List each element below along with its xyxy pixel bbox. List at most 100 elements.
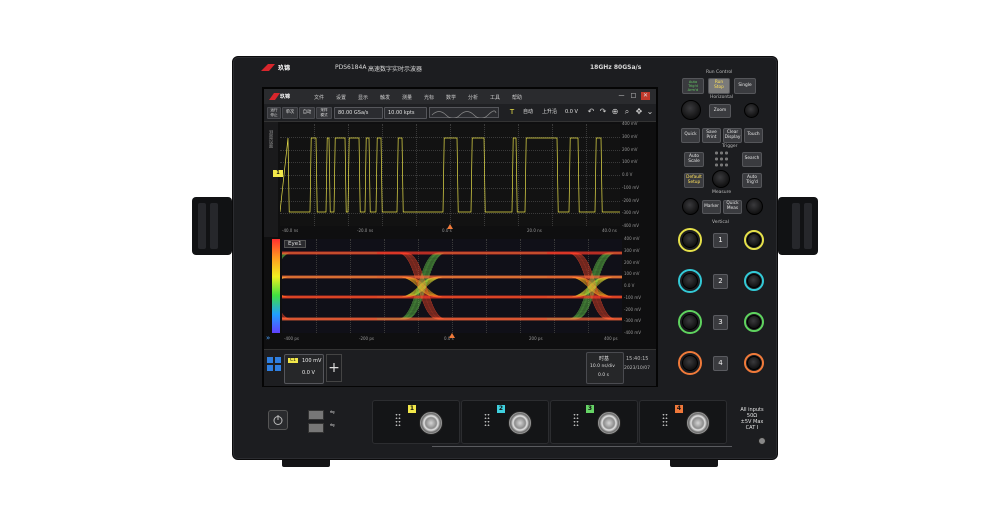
auto-trig-status-button[interactable]: Auto Trig'd Arm'd [682, 78, 704, 94]
timebase-offset: 0.0 s [598, 373, 609, 378]
move-icon[interactable]: ✥ [634, 107, 644, 117]
chevron-down-icon[interactable]: ⌄ [645, 107, 655, 117]
menu-help[interactable]: 帮助 [512, 94, 522, 101]
maximize-button[interactable]: □ [629, 92, 638, 100]
y-tick-label: 200 mV [624, 259, 640, 265]
clear-display-button[interactable]: Clear Display [723, 128, 742, 143]
redo-icon[interactable]: ↷ [598, 107, 608, 117]
menu-file[interactable]: 文件 [314, 94, 324, 101]
ch1-offset-knob[interactable] [744, 230, 764, 250]
ch2-bnc-connector[interactable] [508, 411, 532, 435]
y-tick-label: 100 mV [624, 271, 640, 277]
memory-depth-field[interactable]: 10.00 kpts [384, 107, 427, 119]
usb-port-bottom [308, 423, 324, 433]
eye-trigger-position-icon [449, 333, 455, 338]
menu-measure[interactable]: 测量 [402, 94, 412, 101]
quick-button[interactable]: Quick [681, 128, 700, 143]
add-channel-button[interactable]: + [326, 354, 342, 382]
waveform-plot[interactable] [280, 124, 620, 226]
menu-display[interactable]: 显示 [358, 94, 368, 101]
ch3-bnc-connector[interactable] [597, 411, 621, 435]
expand-icon[interactable]: » [266, 334, 270, 342]
ch3-offset-knob[interactable] [744, 312, 764, 332]
menu-tools[interactable]: 工具 [490, 94, 500, 101]
trigger-edge[interactable]: 上升沿 [539, 107, 564, 117]
layout-grid-icon[interactable] [267, 357, 281, 371]
ch1-ground-marker[interactable]: 1 [273, 170, 283, 177]
single-hw-button[interactable]: Single [734, 78, 756, 94]
zoom-icon[interactable]: ⊕ [610, 107, 620, 117]
eye-y-axis: 400 mV 300 mV 200 mV 100 mV 0.0 V -100 mV -200… [624, 236, 656, 335]
waveform-y-axis: 400 mV 300 mV 200 mV 100 mV 0.0 V -100 mV -200… [622, 121, 656, 228]
x-tick-label: 200 ps [529, 336, 543, 341]
ch3-scale-knob[interactable] [678, 310, 702, 334]
measure-title: Measure [712, 190, 732, 195]
x-tick-label: 40.0 ns [602, 228, 617, 233]
measure-knob-left[interactable] [682, 198, 699, 215]
trigger-level[interactable]: 0.0 V [562, 107, 585, 117]
ch4-button[interactable]: 4 [713, 356, 728, 371]
ch4-scale-knob[interactable] [678, 351, 702, 375]
measure-knob-right[interactable] [746, 198, 763, 215]
ch2-offset-knob[interactable] [744, 271, 764, 291]
ch1-bnc-connector[interactable] [419, 411, 443, 435]
y-tick-label: -200 mV [624, 306, 641, 312]
ch4-offset-knob[interactable] [744, 353, 764, 373]
ch1-settings-tile[interactable]: C1 100 mV 0.0 V [284, 354, 324, 384]
run-stop-button[interactable]: 运行 停止 [267, 107, 281, 119]
ch4-bnc-connector[interactable] [686, 411, 710, 435]
ch3-input-panel: 3 [550, 400, 638, 444]
model-number: PDS6184A [335, 64, 367, 71]
menu-settings[interactable]: 设置 [336, 94, 346, 101]
instrument-title: 高速数字实时示波器 [368, 66, 423, 73]
ch1-scale-knob[interactable] [678, 228, 702, 252]
eye-pattern [282, 251, 622, 321]
menu-math[interactable]: 数学 [446, 94, 456, 101]
waveform-preview-icon [429, 107, 499, 118]
ch2-scale-knob[interactable] [678, 269, 702, 293]
horizontal-position-knob[interactable] [744, 103, 759, 118]
power-button[interactable] [268, 410, 288, 430]
undo-icon[interactable]: ↶ [586, 107, 596, 117]
waveform-side-strip: 测量设置 [264, 122, 278, 237]
menu-bar: 玖锦 文件 设置 显示 触发 测量 光标 数学 分析 工具 帮助 — □ ✕ [264, 89, 656, 104]
ch2-button[interactable]: 2 [713, 274, 728, 289]
save-print-button[interactable]: Save Print [702, 128, 721, 143]
top-label-strip: 玖锦 PDS6184A 高速数字实时示波器 18GHz 80GSa/s [240, 60, 672, 74]
close-button[interactable]: ✕ [641, 92, 650, 100]
ch1-waveform-trace [280, 137, 620, 213]
usb-icon-top: ⇋ [330, 409, 336, 416]
autoscale-button[interactable]: Auto Scale [684, 152, 704, 167]
y-tick-label: -100 mV [624, 294, 641, 300]
auto-button[interactable]: 自动 [299, 107, 315, 119]
search-icon[interactable]: ⌕ [622, 107, 632, 117]
acquire-mode-button[interactable]: 采样 模式 [316, 107, 332, 119]
search-hw-button[interactable]: Search [742, 152, 762, 167]
ch3-button[interactable]: 3 [713, 315, 728, 330]
waveform-side-label: 测量设置 [268, 130, 273, 148]
marker-button[interactable]: Marker [702, 200, 721, 214]
menu-trigger[interactable]: 触发 [380, 94, 390, 101]
ch1-scale: 100 mV [302, 358, 322, 364]
eye-diagram-plot[interactable]: Eye1 [282, 239, 622, 333]
trigger-mode[interactable]: 自动 [520, 107, 539, 117]
auto-trig-button[interactable]: Auto Trig'd [742, 173, 762, 188]
trigger-level-knob[interactable] [712, 170, 730, 188]
eye-color-scale [272, 239, 280, 333]
horizontal-scale-knob[interactable] [681, 100, 701, 120]
minimize-button[interactable]: — [617, 92, 626, 100]
single-button[interactable]: 单次 [282, 107, 298, 119]
ch1-button[interactable]: 1 [713, 233, 728, 248]
timebase-tile[interactable]: 时基 10.0 ns/div 0.0 s [586, 352, 624, 384]
menu-cursor[interactable]: 光标 [424, 94, 434, 101]
input-rating-label: All inputs 50Ω ±5V Max CAT I [740, 407, 764, 431]
status-bar: C1 100 mV 0.0 V + 时基 10.0 ns/div 0.0 s 1… [264, 349, 656, 386]
zoom-button[interactable]: Zoom [709, 104, 731, 118]
touch-button[interactable]: Touch [744, 128, 763, 143]
x-tick-label: 400 ps [604, 336, 618, 341]
run-stop-hw-button[interactable]: Run Stop [708, 78, 730, 94]
menu-analysis[interactable]: 分析 [468, 94, 478, 101]
default-setup-button[interactable]: Default Setup [684, 173, 704, 188]
quick-meas-button[interactable]: Quick Meas [723, 200, 742, 214]
sample-rate-field[interactable]: 80.00 GSa/s [334, 107, 383, 119]
